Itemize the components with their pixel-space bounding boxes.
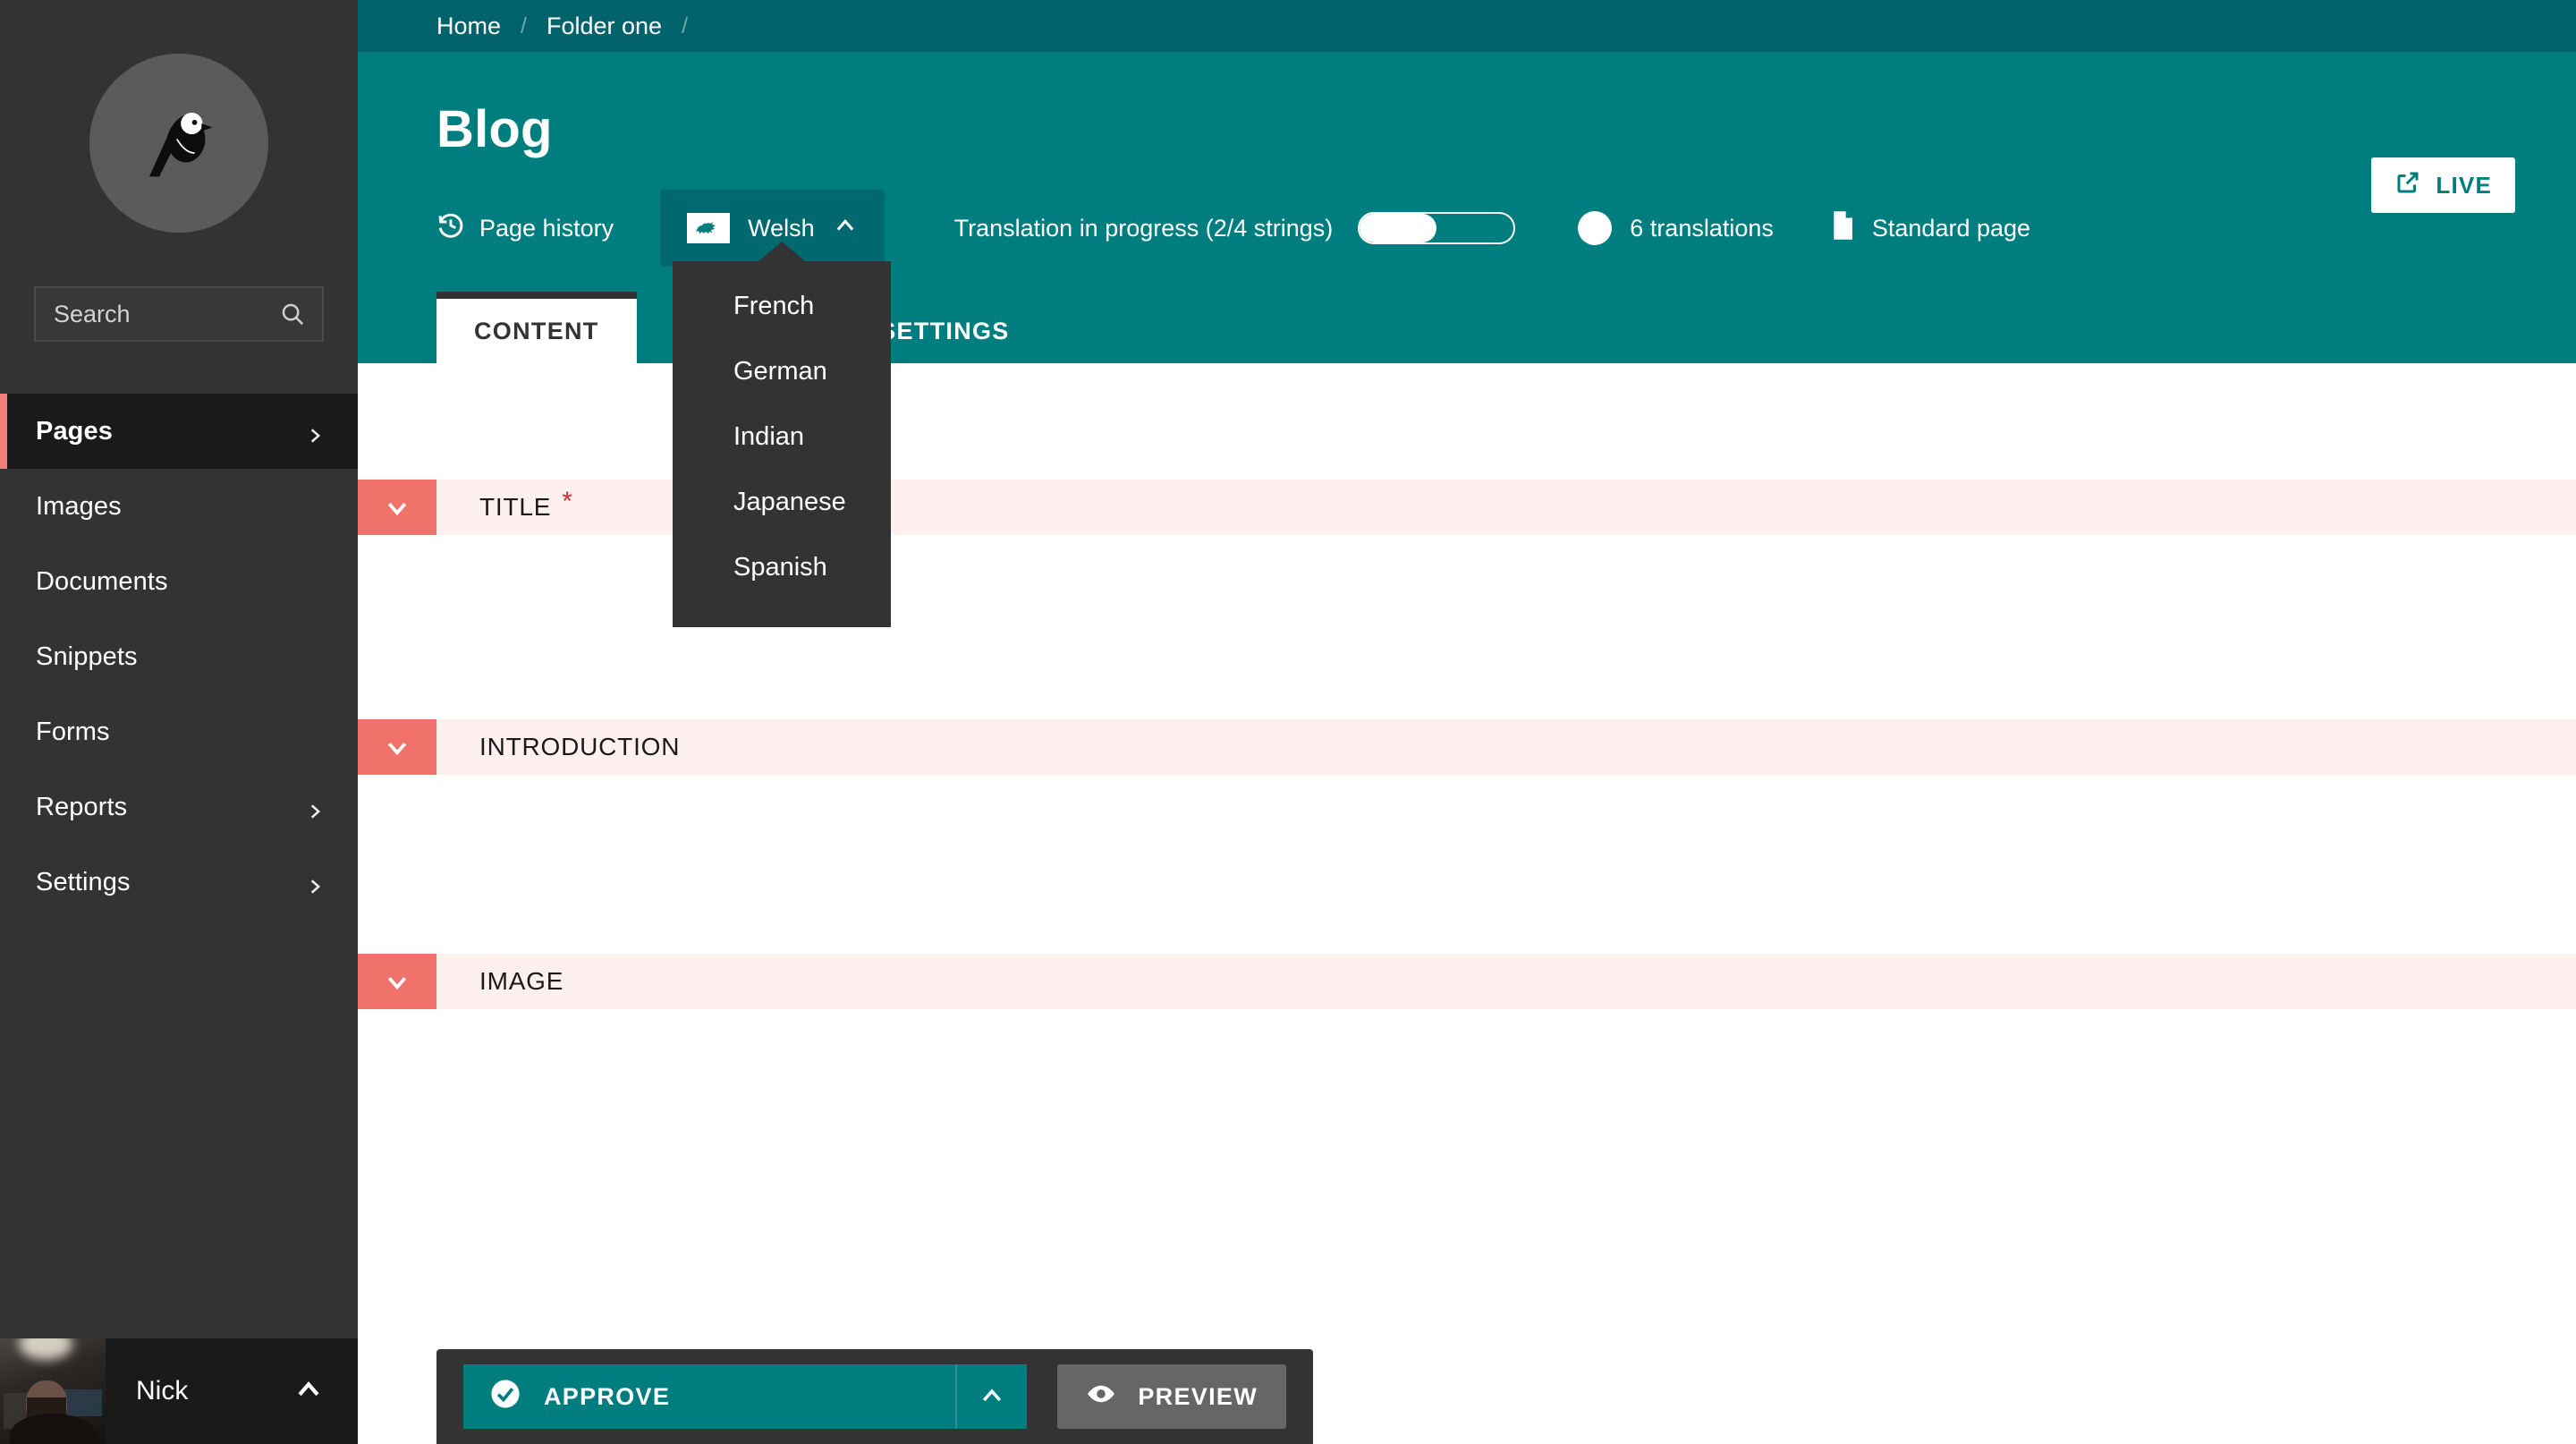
- chevron-right-icon: [306, 422, 324, 443]
- footer-action-bar: APPROVE PREVIEW: [436, 1349, 1313, 1444]
- panel-title-label: TITLE: [479, 493, 552, 521]
- search-icon[interactable]: [277, 299, 308, 329]
- language-option-japanese[interactable]: Japanese: [673, 470, 891, 535]
- preview-button[interactable]: PREVIEW: [1057, 1364, 1286, 1429]
- language-option-spanish[interactable]: Spanish: [673, 535, 891, 600]
- panel-header: IMAGE: [358, 954, 2576, 1009]
- page-type: Standard page: [1829, 210, 2030, 247]
- translations-count-link[interactable]: 6 translations: [1578, 211, 1774, 245]
- sidebar-item-label: Settings: [36, 867, 131, 896]
- panel-image: IMAGE: [358, 954, 2576, 1193]
- sidebar-nav: Pages Images Documents Snippets Forms Re…: [0, 394, 358, 1338]
- tab-label: CONTENT: [474, 317, 599, 344]
- chevron-down-icon[interactable]: [358, 480, 436, 535]
- approve-group: APPROVE: [463, 1364, 1028, 1429]
- chevron-up-icon: [293, 1374, 358, 1409]
- panel-body: [358, 1009, 2576, 1193]
- user-menu-button[interactable]: Nick: [0, 1338, 358, 1444]
- sidebar-item-reports[interactable]: Reports: [0, 769, 358, 845]
- sidebar-item-label: Snippets: [36, 641, 138, 671]
- language-selector-label: Welsh: [748, 214, 815, 242]
- history-icon: [436, 211, 465, 246]
- sidebar-item-pages[interactable]: Pages: [0, 394, 358, 469]
- chevron-up-icon: [833, 213, 858, 244]
- language-option-german[interactable]: German: [673, 339, 891, 404]
- panel-title-label: INTRODUCTION: [479, 733, 681, 760]
- sidebar-item-snippets[interactable]: Snippets: [0, 619, 358, 694]
- sidebar-item-label: Documents: [36, 566, 168, 596]
- page-type-label: Standard page: [1871, 214, 2031, 242]
- sidebar-item-label: Forms: [36, 717, 110, 746]
- chevron-down-icon[interactable]: [358, 954, 436, 1009]
- language-dropdown-menu: French German Indian Japanese Spanish: [673, 261, 891, 627]
- preview-button-label: PREVIEW: [1138, 1382, 1258, 1410]
- bird-logo-icon: [89, 54, 268, 233]
- breadcrumb-item-home[interactable]: Home: [436, 13, 501, 40]
- panel-header: INTRODUCTION: [358, 719, 2576, 775]
- panel-title-text: INTRODUCTION: [436, 719, 680, 775]
- breadcrumb-item-folder-one[interactable]: Folder one: [547, 13, 662, 40]
- avatar: [0, 1338, 106, 1444]
- approve-more-options-button[interactable]: [955, 1364, 1028, 1429]
- globe-icon: [1578, 211, 1613, 245]
- language-option-indian[interactable]: Indian: [673, 404, 891, 470]
- sidebar-item-settings[interactable]: Settings: [0, 845, 358, 920]
- check-circle-icon: [490, 1379, 521, 1415]
- translation-status-label: Translation in progress (2/4 strings): [953, 214, 1334, 242]
- logo-area[interactable]: [0, 0, 358, 286]
- panel-body: [358, 775, 2576, 954]
- chevron-right-icon: [306, 873, 324, 894]
- welsh-flag-icon: [687, 213, 731, 243]
- eye-icon: [1086, 1379, 1116, 1415]
- page-history-label: Page history: [479, 214, 614, 242]
- chevron-down-icon[interactable]: [358, 719, 436, 775]
- search-box[interactable]: [34, 286, 324, 342]
- language-option-french[interactable]: French: [673, 274, 891, 339]
- page-title: Blog: [436, 100, 553, 158]
- sidebar-item-images[interactable]: Images: [0, 469, 358, 544]
- panel-title-label: IMAGE: [479, 967, 564, 995]
- language-option-label: Indian: [733, 422, 805, 451]
- breadcrumb-separator: /: [521, 13, 527, 38]
- translation-status: Translation in progress (2/4 strings): [954, 212, 1516, 244]
- user-name: Nick: [136, 1376, 189, 1406]
- page-history-link[interactable]: Page history: [436, 211, 614, 246]
- language-option-label: German: [733, 357, 827, 386]
- approve-button[interactable]: APPROVE: [463, 1364, 956, 1429]
- sidebar-item-forms[interactable]: Forms: [0, 694, 358, 769]
- language-option-label: French: [733, 292, 815, 320]
- translations-count-label: 6 translations: [1630, 214, 1774, 242]
- panel-introduction: INTRODUCTION: [358, 719, 2576, 954]
- translation-progress-bar: [1358, 212, 1516, 244]
- sidebar-item-documents[interactable]: Documents: [0, 544, 358, 619]
- page-meta-row: Page history Welsh Translation in progre…: [436, 190, 2576, 267]
- panel-title-text: IMAGE: [436, 954, 564, 1009]
- language-option-label: Japanese: [733, 488, 846, 516]
- search-area: [0, 286, 358, 342]
- sidebar-item-label: Reports: [36, 792, 128, 821]
- sidebar-item-label: Images: [36, 491, 122, 521]
- sidebar: Pages Images Documents Snippets Forms Re…: [0, 0, 358, 1444]
- panel-title-text: TITLE *: [436, 480, 573, 535]
- breadcrumb: Home / Folder one /: [358, 0, 2576, 52]
- tab-label: SETTINGS: [879, 317, 1010, 344]
- chevron-up-icon: [979, 1382, 1005, 1412]
- sidebar-item-label: Pages: [36, 416, 113, 446]
- tab-content[interactable]: CONTENT: [436, 292, 637, 363]
- page-icon: [1829, 210, 1856, 247]
- breadcrumb-separator: /: [682, 13, 689, 38]
- chevron-right-icon: [306, 798, 324, 819]
- main-area: Home / Folder one / Blog LIVE Page histo…: [358, 0, 2576, 1444]
- approve-button-label: APPROVE: [544, 1382, 671, 1410]
- translation-progress-fill: [1360, 214, 1437, 242]
- required-indicator: *: [562, 487, 573, 516]
- language-option-label: Spanish: [733, 553, 827, 582]
